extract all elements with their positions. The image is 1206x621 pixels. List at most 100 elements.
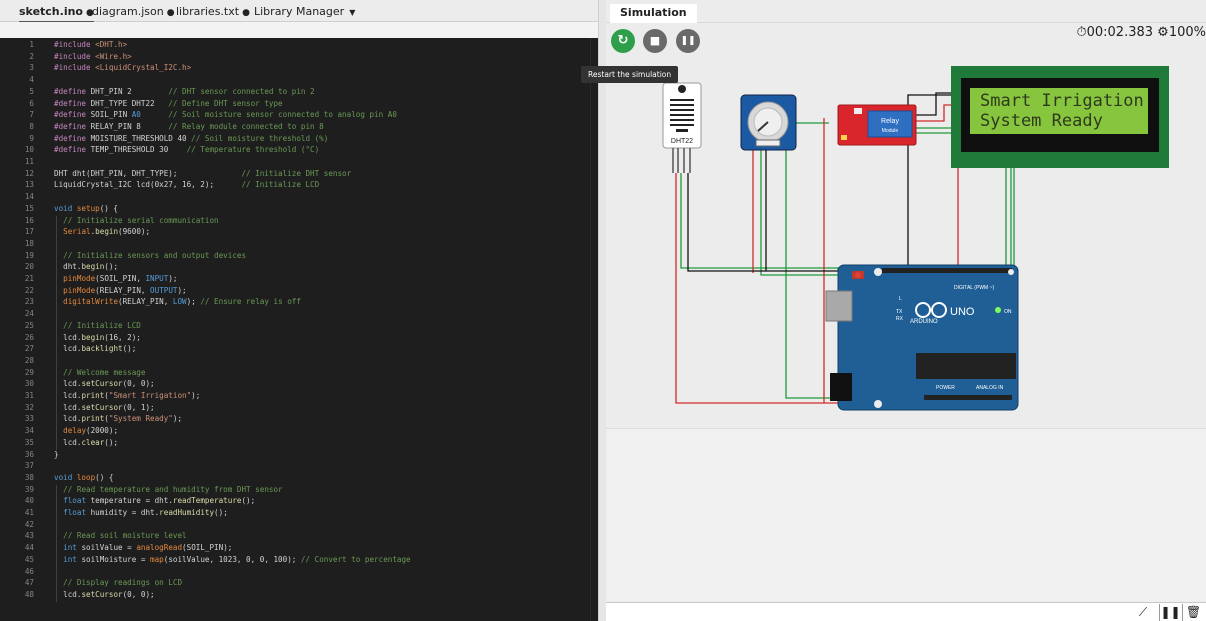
code-line[interactable]: // Read temperature and humidity from DH… [54,485,282,494]
relay-module[interactable]: Relay Module [837,104,917,146]
code-line[interactable]: #define SOIL_PIN A0 // Soil moisture sen… [54,110,397,119]
serial-monitor-area[interactable] [606,428,1206,621]
code-line[interactable]: pinMode(SOIL_PIN, INPUT); [54,274,177,283]
code-line[interactable]: void loop() { [54,473,113,482]
wire-black[interactable] [687,173,838,272]
code-token: lcd. [54,402,82,412]
code-line[interactable]: DHT dht(DHT_PIN, DHT_TYPE); // Initializ… [54,169,351,178]
pause-simulation-button[interactable]: ❚❚ [676,29,700,53]
tab-label: diagram.json [92,5,164,18]
code-line[interactable]: void setup() { [54,204,118,213]
code-line[interactable]: float temperature = dht.readTemperature(… [54,496,255,505]
code-line[interactable]: lcd.setCursor(0, 1); [54,402,155,412]
code-token: map [150,554,164,564]
line-number: 34 [24,426,34,436]
code-token: // Soil moisture threshold (%) [191,133,329,143]
code-line[interactable]: lcd.clear(); [54,438,118,447]
digital-pwm-label: DIGITAL (PWM ~) [954,285,994,291]
code-token: "Smart Irrigation" [108,391,192,400]
dht22-sensor[interactable]: DHT22 [662,82,702,173]
code-token: // Initialize sensors and output devices [63,250,247,260]
code-line[interactable]: delay(2000); [54,426,118,435]
code-line[interactable]: // Welcome message [54,368,145,377]
code-token: (0, 0); [122,379,155,389]
wire-red[interactable] [916,104,951,122]
tab-diagram-json[interactable]: diagram.json ● [92,3,175,20]
code-line[interactable]: Serial.begin(9600); [54,227,150,236]
code-line[interactable]: // Read soil moisture level [54,531,186,540]
plotter-icon[interactable]: ⟋ [1132,604,1154,621]
code-line[interactable]: #define DHT_TYPE DHT22 // Define DHT sen… [54,99,283,108]
wire-green[interactable] [760,145,838,276]
code-line[interactable]: int soilMoisture = map(soilValue, 1023, … [54,554,410,564]
stop-simulation-button[interactable]: ■ [643,29,667,53]
code-line[interactable]: int soilValue = analogRead(SOIL_PIN); [54,543,232,552]
code-line[interactable]: digitalWrite(RELAY_PIN, LOW); // Ensure … [54,297,301,306]
code-line[interactable]: lcd.backlight(); [54,344,136,353]
code-line[interactable]: #define RELAY_PIN 8 // Relay module conn… [54,122,324,131]
code-token: (SOIL_PIN); [182,543,233,553]
code-line[interactable]: LiquidCrystal_I2C lcd(0x27, 16, 2); // I… [54,180,319,189]
code-line[interactable]: #include <Wire.h> [54,52,132,61]
code-line[interactable]: // Initialize sensors and output devices [54,251,246,260]
soil-moisture-potentiometer[interactable] [740,94,797,151]
tab-simulation[interactable]: Simulation [610,4,697,23]
code-line[interactable]: #include <LiquidCrystal_I2C.h> [54,63,191,72]
code-line[interactable]: dht.begin(); [54,262,118,271]
wire-black[interactable] [916,92,951,116]
code-line[interactable]: } [54,450,59,459]
line-number: 20 [24,262,34,272]
line-number: 13 [24,180,34,190]
arduino-uno-board[interactable]: UNO ARDUINO DIGITAL (PWM ~) ANALOG IN PO… [825,264,1019,411]
line-number: 48 [24,589,34,599]
chevron-down-icon[interactable]: ▼ [349,8,355,17]
code-line[interactable]: lcd.print("System Ready"); [54,414,182,423]
tab-libraries-txt[interactable]: libraries.txt ● [176,3,250,20]
clear-output-icon[interactable]: 🗑 [1182,604,1204,621]
code-line[interactable]: lcd.print("Smart Irrigation"); [54,391,200,400]
code-token: (9600); [118,227,151,237]
line-number: 44 [24,543,34,553]
code-line[interactable]: lcd.setCursor(0, 0); [54,379,155,389]
code-line[interactable]: // Initialize LCD [54,321,141,330]
code-area[interactable]: 1 #include <DHT.h> 2 #include <Wire.h> 3 #inc… [0,38,603,621]
code-line[interactable]: float humidity = dht.readHumidity(); [54,508,228,517]
code-token: (0, 1); [122,402,155,412]
tx-label: TX [896,309,903,315]
code-line[interactable]: #define TEMP_THRESHOLD 30 // Temperature… [54,145,319,154]
editor-tab-bar: sketch.ino ● diagram.json ● libraries.txt ●… [0,0,603,23]
code-line[interactable]: #include <DHT.h> [54,40,127,49]
editor-scrollbar[interactable] [590,38,598,621]
line-number: 33 [24,414,34,424]
code-token: dht. [54,262,82,272]
code-token: // Initialize DHT sensor [241,168,352,178]
code-token: setCursor [81,379,123,389]
code-line[interactable]: #define MOISTURE_THRESHOLD 40 // Soil mo… [54,134,328,143]
lcd-display[interactable]: Smart Irrigation System Ready [951,66,1169,168]
wire-green[interactable] [785,122,838,399]
code-line[interactable]: lcd.setCursor(0, 0); [54,590,154,599]
code-line[interactable]: // Display readings on LCD [54,578,182,587]
l-led-label: L [899,296,902,302]
wire-red[interactable] [675,173,838,404]
code-token: backlight [81,344,123,354]
dht22-label: DHT22 [671,138,693,145]
code-token: <DHT.h> [95,40,128,49]
pane-splitter[interactable] [598,0,606,621]
code-token: (); [241,496,256,506]
code-token: readTemperature [172,496,242,506]
code-line[interactable]: #define DHT_PIN 2 // DHT sensor connecte… [54,87,315,96]
code-line[interactable]: pinMode(RELAY_PIN, OUTPUT); [54,286,186,295]
code-token: LOW [172,297,187,307]
code-token: ); [172,414,183,424]
code-token: // Initialize serial communication [63,215,219,225]
code-token: (SOIL_PIN, [95,274,146,283]
pause-output-icon[interactable]: ❚❚ [1159,604,1181,621]
wire-green[interactable] [680,173,839,271]
restart-simulation-button[interactable]: ↻ [611,29,635,53]
tab-library-manager[interactable]: Library Manager ▼ [254,3,355,20]
code-line[interactable]: lcd.begin(16, 2); [54,333,141,342]
code-line[interactable]: // Initialize serial communication [54,215,219,225]
tab-sketch-ino[interactable]: sketch.ino ● [19,3,94,23]
simulation-canvas[interactable]: DHT22 Relay Module Smart Irrigation Syst… [581,23,1206,428]
